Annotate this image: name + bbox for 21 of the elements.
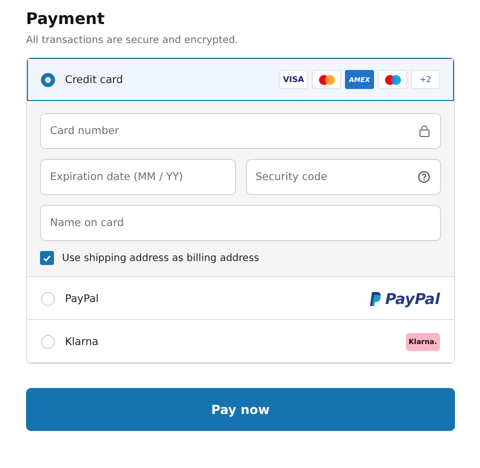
overlapping-circles-icon xyxy=(318,74,334,84)
input-field[interactable]: Name on card xyxy=(40,205,441,241)
pay-button[interactable]: Pay now xyxy=(26,388,455,431)
option-label: Credit card xyxy=(65,74,124,86)
option-label: Klarna xyxy=(65,336,100,348)
overlapping-circles-icon xyxy=(384,74,400,84)
checkmark-icon xyxy=(43,254,51,262)
input-field[interactable]: Expiration date (MM / YY) xyxy=(40,159,236,195)
section-title: Payment xyxy=(26,8,106,30)
input-field[interactable]: Card number xyxy=(40,113,441,149)
checkbox[interactable] xyxy=(40,251,54,265)
security-note: All transactions are secure and encrypted. xyxy=(26,35,240,46)
checkbox-label: Use shipping address as billing address xyxy=(62,252,260,264)
paypal-logo: PayPal xyxy=(370,290,440,308)
help-icon[interactable] xyxy=(418,171,430,183)
lock-icon xyxy=(419,125,430,137)
more-cards-badge: +2 xyxy=(411,70,440,89)
radio-button[interactable] xyxy=(41,72,55,86)
card-brand-badge: VISA xyxy=(279,70,308,89)
option-label: PayPal xyxy=(65,292,100,304)
input-field[interactable]: Security code xyxy=(246,159,441,195)
